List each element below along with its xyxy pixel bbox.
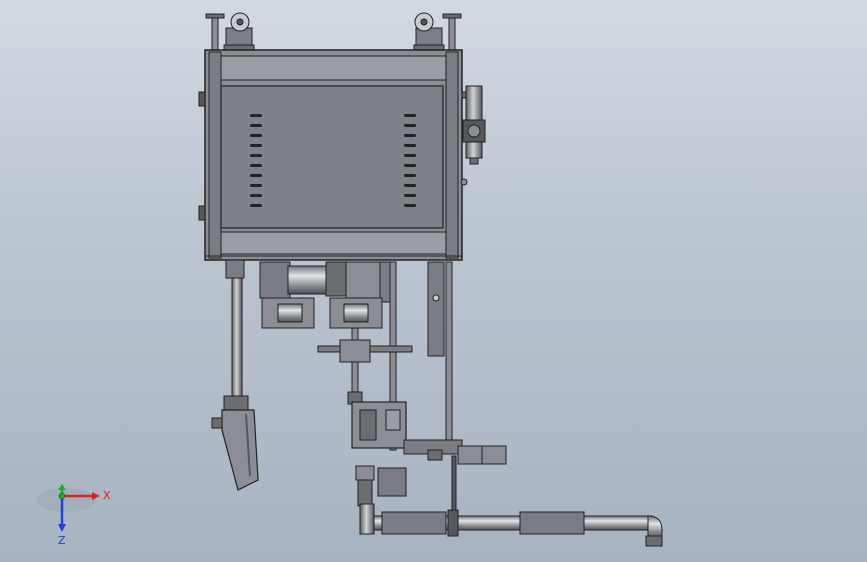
leveling-foot-left [205, 13, 225, 51]
vertical-column [223, 259, 249, 411]
control-cabinet [198, 49, 463, 261]
pipe-mount [355, 455, 457, 511]
cad-viewport[interactable]: X Z [0, 0, 867, 562]
cross-bar [317, 339, 413, 363]
spray-head [211, 409, 259, 491]
z-axis-label: Z [58, 534, 66, 547]
horizontal-pipe [359, 503, 653, 537]
motor-assembly [259, 261, 397, 303]
coordinate-triad: X Z [36, 484, 111, 547]
x-axis-label: X [103, 489, 111, 502]
valve-block [347, 391, 407, 449]
pipe-nozzle [645, 535, 663, 547]
gear-reducer [261, 297, 383, 329]
leveling-foot-right [442, 13, 462, 51]
caster-wheel-left [223, 12, 255, 52]
pipe-elbow [647, 515, 663, 539]
caster-wheel-right [413, 12, 445, 52]
cad-model-drawing: X Z [36, 12, 663, 547]
side-cylinder [460, 85, 486, 186]
